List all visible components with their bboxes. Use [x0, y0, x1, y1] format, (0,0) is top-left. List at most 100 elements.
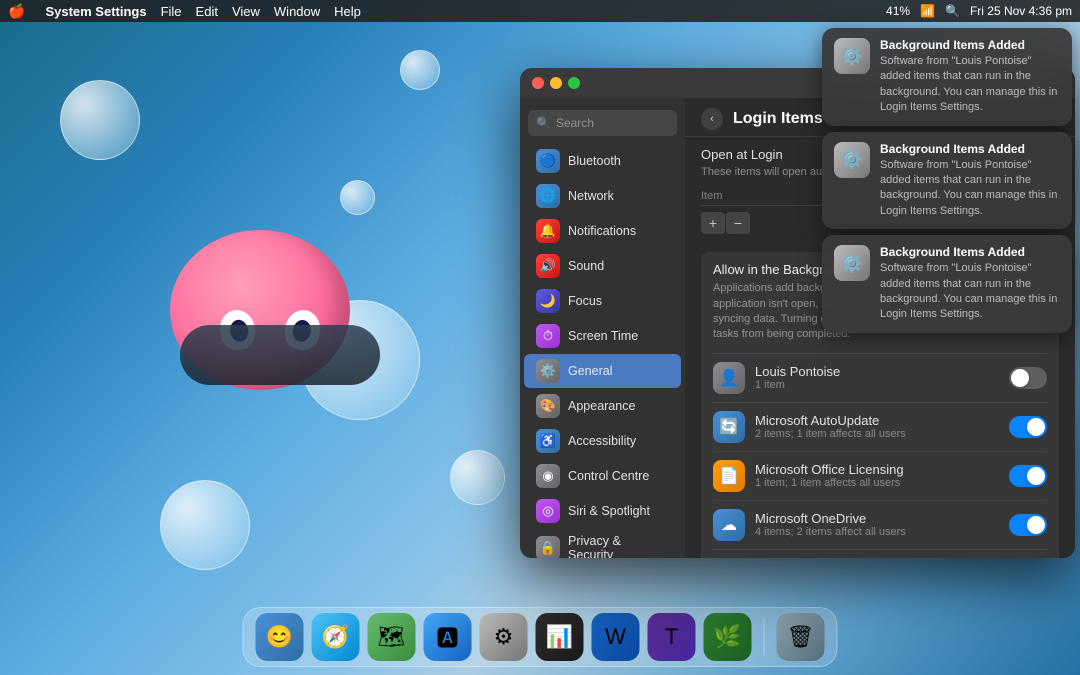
- search-bar[interactable]: 🔍 Search: [528, 110, 677, 136]
- page-title: Login Items: [733, 110, 823, 128]
- sidebar-item-sound[interactable]: 🔊 Sound: [524, 249, 681, 283]
- bg-item-name-2: Microsoft Office Licensing: [755, 462, 999, 477]
- sidebar-icon-screentime: ⏱: [536, 324, 560, 348]
- dock-item-maps[interactable]: 🗺: [368, 613, 416, 661]
- sidebar-icon-focus: 🌙: [536, 289, 560, 313]
- toast-icon-0: ⚙️: [834, 38, 870, 74]
- bubble: [60, 80, 140, 160]
- bg-item-sub-1: 2 items; 1 item affects all users: [755, 428, 999, 440]
- sidebar: 🔍 Search 🔵 Bluetooth 🌐 Network 🔔 Notific…: [520, 98, 685, 558]
- toast-icon-2: ⚙️: [834, 245, 870, 281]
- sidebar-label-privacy: Privacy & Security: [568, 534, 669, 558]
- sidebar-icon-siri: ◎: [536, 499, 560, 523]
- toggle-1[interactable]: [1009, 416, 1047, 438]
- toast-content-2: Background Items Added Software from "Lo…: [880, 245, 1060, 323]
- sidebar-item-focus[interactable]: 🌙 Focus: [524, 284, 681, 318]
- menubar-right: 41% 📶 🔍 Fri 25 Nov 4:36 pm: [886, 4, 1072, 18]
- sidebar-item-controlcentre[interactable]: ◉ Control Centre: [524, 459, 681, 493]
- bg-item-info-2: Microsoft Office Licensing 1 item; 1 ite…: [755, 462, 999, 489]
- toast-title-2: Background Items Added: [880, 245, 1060, 259]
- bubble: [450, 450, 505, 505]
- bg-item-icon-2: 📄: [713, 460, 745, 492]
- menu-help[interactable]: Help: [334, 4, 361, 19]
- wifi-icon: 📶: [920, 4, 935, 18]
- remove-item-button[interactable]: −: [726, 212, 750, 234]
- sidebar-label-sound: Sound: [568, 259, 604, 273]
- menubar: 🍎 System Settings File Edit View Window …: [0, 0, 1080, 22]
- background-item-0: 👤 Louis Pontoise 1 item: [713, 353, 1047, 402]
- bg-item-name-1: Microsoft AutoUpdate: [755, 413, 999, 428]
- sidebar-icon-sound: 🔊: [536, 254, 560, 278]
- sidebar-item-notifications[interactable]: 🔔 Notifications: [524, 214, 681, 248]
- search-icon[interactable]: 🔍: [945, 4, 960, 18]
- sidebar-icon-accessibility: ♿: [536, 429, 560, 453]
- traffic-lights: [532, 77, 580, 89]
- sidebar-item-accessibility[interactable]: ♿ Accessibility: [524, 424, 681, 458]
- sidebar-item-general[interactable]: ⚙️ General: [524, 354, 681, 388]
- toast-body-1: Software from "Louis Pontoise" added ite…: [880, 158, 1060, 220]
- sidebar-item-screentime[interactable]: ⏱ Screen Time: [524, 319, 681, 353]
- menubar-left: 🍎 System Settings File Edit View Window …: [8, 3, 361, 20]
- toast-title-1: Background Items Added: [880, 142, 1060, 156]
- app-title[interactable]: System Settings: [45, 4, 146, 19]
- toast-0: ⚙️ Background Items Added Software from …: [822, 28, 1072, 126]
- dock: 😊🧭🗺🅰⚙📊WT🌿 🗑: [243, 607, 838, 667]
- sidebar-item-appearance[interactable]: 🎨 Appearance: [524, 389, 681, 423]
- menu-window[interactable]: Window: [274, 4, 320, 19]
- bg-item-info-1: Microsoft AutoUpdate 2 items; 1 item aff…: [755, 413, 999, 440]
- sidebar-item-network[interactable]: 🌐 Network: [524, 179, 681, 213]
- minimize-button[interactable]: [550, 77, 562, 89]
- dock-item-teams[interactable]: T: [648, 613, 696, 661]
- maximize-button[interactable]: [568, 77, 580, 89]
- dock-item-finder[interactable]: 😊: [256, 613, 304, 661]
- apple-menu[interactable]: 🍎: [8, 3, 25, 20]
- dock-item-word[interactable]: W: [592, 613, 640, 661]
- dock-item-appstore[interactable]: 🅰: [424, 613, 472, 661]
- toast-icon-1: ⚙️: [834, 142, 870, 178]
- dock-item-trash[interactable]: 🗑: [777, 613, 825, 661]
- sidebar-icon-network: 🌐: [536, 184, 560, 208]
- desktop: 🍎 System Settings File Edit View Window …: [0, 0, 1080, 675]
- sidebar-icon-controlcentre: ◉: [536, 464, 560, 488]
- bubble: [400, 50, 440, 90]
- bg-item-info-0: Louis Pontoise 1 item: [755, 364, 999, 391]
- bg-item-name-0: Louis Pontoise: [755, 364, 999, 379]
- bg-item-icon-1: 🔄: [713, 411, 745, 443]
- sidebar-icon-appearance: 🎨: [536, 394, 560, 418]
- dock-divider: [764, 619, 765, 655]
- toggle-3[interactable]: [1009, 514, 1047, 536]
- sidebar-label-general: General: [568, 364, 612, 378]
- toggle-0[interactable]: [1009, 367, 1047, 389]
- sidebar-icon-notifications: 🔔: [536, 219, 560, 243]
- sidebar-items-container: 🔵 Bluetooth 🌐 Network 🔔 Notifications 🔊 …: [520, 144, 685, 558]
- background-item-3: ☁ Microsoft OneDrive 4 items; 2 items af…: [713, 500, 1047, 549]
- dock-item-settings[interactable]: ⚙: [480, 613, 528, 661]
- toast-1: ⚙️ Background Items Added Software from …: [822, 132, 1072, 230]
- bubble: [160, 480, 250, 570]
- close-button[interactable]: [532, 77, 544, 89]
- sidebar-item-bluetooth[interactable]: 🔵 Bluetooth: [524, 144, 681, 178]
- sidebar-item-siri[interactable]: ◎ Siri & Spotlight: [524, 494, 681, 528]
- bg-item-info-3: Microsoft OneDrive 4 items; 2 items affe…: [755, 511, 999, 538]
- search-placeholder: Search: [556, 116, 594, 130]
- menu-file[interactable]: File: [161, 4, 182, 19]
- bg-item-icon-3: ☁: [713, 509, 745, 541]
- background-items-container: 👤 Louis Pontoise 1 item 🔄 Microsoft Auto…: [713, 353, 1047, 558]
- sidebar-item-privacy[interactable]: 🔒 Privacy & Security: [524, 529, 681, 558]
- dock-item-safari[interactable]: 🧭: [312, 613, 360, 661]
- add-item-button[interactable]: +: [701, 212, 725, 234]
- background-item-2: 📄 Microsoft Office Licensing 1 item; 1 i…: [713, 451, 1047, 500]
- bg-item-icon-0: 👤: [713, 362, 745, 394]
- toast-title-0: Background Items Added: [880, 38, 1060, 52]
- back-button[interactable]: ‹: [701, 108, 723, 130]
- sidebar-label-network: Network: [568, 189, 614, 203]
- menu-edit[interactable]: Edit: [196, 4, 218, 19]
- toast-2: ⚙️ Background Items Added Software from …: [822, 235, 1072, 333]
- sidebar-label-appearance: Appearance: [568, 399, 635, 413]
- menu-view[interactable]: View: [232, 4, 260, 19]
- background-item-4: T Microsoft Teams 1 item; 1 item affects…: [713, 549, 1047, 558]
- toggle-2[interactable]: [1009, 465, 1047, 487]
- dock-item-notion[interactable]: 🌿: [704, 613, 752, 661]
- sidebar-label-siri: Siri & Spotlight: [568, 504, 650, 518]
- dock-item-activity[interactable]: 📊: [536, 613, 584, 661]
